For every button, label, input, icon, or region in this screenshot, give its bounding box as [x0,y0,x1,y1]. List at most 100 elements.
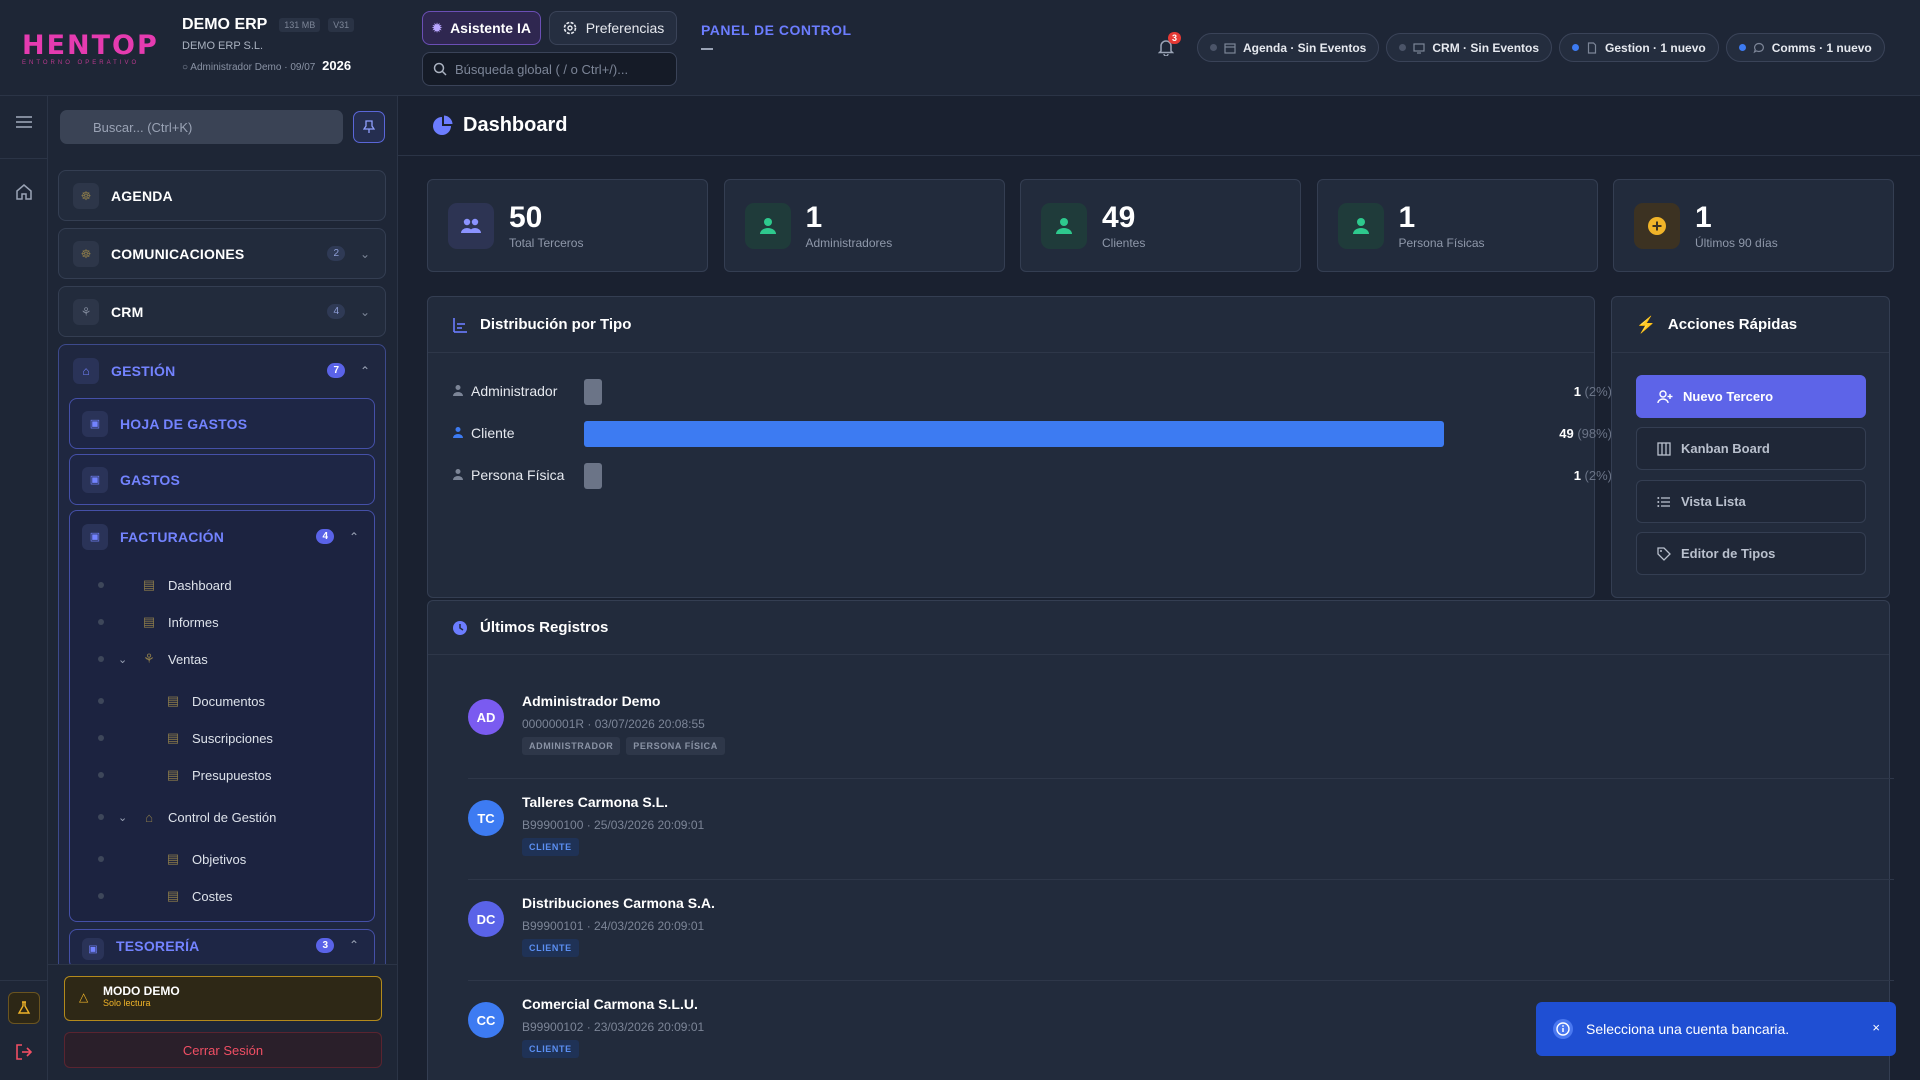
pill-comms-label: Comms · 1 nuevo [1771,40,1872,55]
list-view-button[interactable]: Vista Lista [1636,480,1866,523]
home-icon [16,184,32,200]
distribution-percent: (98%) [1577,425,1612,441]
distribution-percent: (2%) [1584,467,1612,483]
stat-value: 50 [509,200,543,234]
record-row[interactable]: TC Talleres Carmona S.L. B99900100 · 25/03… [468,794,1894,901]
invoice-icon: ▣ [82,523,108,550]
record-row[interactable]: DC Distribuciones Carmona S.A. B99900101 ·… [468,895,1894,1002]
preferences-button[interactable]: Preferencias [549,11,677,45]
button-label: Nuevo Tercero [1683,389,1774,404]
tree-item-suscripciones[interactable]: ▤ Suscripciones [164,726,273,750]
sidebar-item-label: CRM [111,303,144,320]
distribution-card-header: Distribución por Tipo [428,297,1594,353]
record-meta: 00000001R · 03/07/2026 20:08:55 [522,717,705,731]
record-name: Talleres Carmona S.L. [522,794,669,810]
tree-item-ventas[interactable]: ⌄ ⚘ Ventas [118,647,208,671]
flask-icon [17,1001,31,1014]
record-tags: CLIENTE [522,1040,579,1058]
tree-item-costes[interactable]: ▤ Costes [164,884,233,908]
logout-rail-button[interactable] [12,1040,36,1064]
document-icon [1587,41,1597,54]
sidebar-search-input[interactable]: Buscar... (Ctrl+K) [60,110,343,144]
top-bar: HENTOP ENTORNO OPERATIVO DEMO ERP 131 MB… [0,0,1920,96]
sidebar-item-comunicaciones[interactable]: ☸ COMUNICACIONES 2 ⌄ [58,228,386,279]
wallet-icon: ▣ [82,466,108,493]
tree-bullet [98,698,104,704]
record-name: Distribuciones Carmona S.A. [522,895,715,911]
record-row[interactable]: AD Administrador Demo 00000001R · 03/07/20… [468,693,1894,800]
sidebar-item-gastos[interactable]: ▣ GASTOS [69,454,375,505]
sidebar-item-hoja-de-gastos[interactable]: ▣ HOJA DE GASTOS [69,398,375,449]
hamburger-menu-button[interactable] [12,110,36,134]
distribution-count: 49 [1559,425,1574,441]
distribution-bar-track [584,421,1462,447]
sidebar-item-crm[interactable]: ⚘ CRM 4 ⌄ [58,286,386,337]
close-icon[interactable]: × [1872,1020,1880,1035]
facturacion-header[interactable]: ▣ FACTURACIÓN 4 ⌃ [70,511,374,562]
app-root: HENTOP ENTORNO OPERATIVO DEMO ERP 131 MB… [0,0,1920,1080]
company-legal-name: DEMO ERP S.L. [182,40,264,52]
sidebar-item-tesoreria[interactable]: ▣ TESORERÍA 3 ⌃ [69,929,375,969]
agenda-icon: ☸ [73,182,99,209]
kanban-board-button[interactable]: Kanban Board [1636,427,1866,470]
notifications-button[interactable]: 3 [1157,32,1182,60]
panel-title-underline [701,48,713,50]
tree-item-presupuestos[interactable]: ▤ Presupuestos [164,763,272,787]
pill-comms[interactable]: Comms · 1 nuevo [1725,33,1885,62]
chevron-down-icon: ⌄ [118,653,128,666]
logout-icon [16,1044,33,1060]
type-editor-button[interactable]: Editor de Tipos [1636,532,1866,575]
global-search-input[interactable]: Búsqueda global ( / o Ctrl+/)... [422,52,677,86]
list-icon [1657,496,1670,507]
type-badge: CLIENTE [522,939,579,957]
new-tercero-button[interactable]: Nuevo Tercero [1636,375,1866,418]
module-status-pills: Agenda · Sin Eventos CRM · Sin Eventos G… [1197,33,1885,62]
person-icon [452,383,464,399]
sidebar-item-count: 4 [327,304,345,319]
demo-user-button[interactable] [8,992,40,1024]
distribution-row: Cliente 49 (98%) [452,419,1612,447]
ai-assistant-button[interactable]: ✹ Asistente IA [422,11,541,45]
logout-button[interactable]: Cerrar Sesión [64,1032,382,1068]
tree-item-label: Control de Gestión [168,809,277,825]
page-title: Dashboard [463,114,568,136]
tree-item-label: Ventas [168,651,208,667]
sidebar-item-agenda[interactable]: ☸ AGENDA [58,170,386,221]
avatar: TC [468,800,504,836]
tree-item-documentos[interactable]: ▤ Documentos [164,689,265,713]
pill-crm[interactable]: CRM · Sin Eventos [1386,33,1553,62]
tesoreria-count: 3 [316,938,334,953]
sidebar-item-label: COMUNICACIONES [111,245,245,262]
tree-bullet [98,856,104,862]
logo[interactable]: HENTOP ENTORNO OPERATIVO [22,30,159,67]
distribution-count: 1 [1573,383,1581,399]
pill-agenda[interactable]: Agenda · Sin Eventos [1197,33,1380,62]
chevron-down-icon: ⌄ [359,246,371,261]
avatar: AD [468,699,504,735]
home-button[interactable] [12,180,36,204]
sidebar-item-count: 2 [327,246,345,261]
tree-item-objetivos[interactable]: ▤ Objetivos [164,847,246,871]
tree-item-dashboard[interactable]: ▤ Dashboard [140,573,232,597]
status-dot [1572,44,1580,51]
bank-icon: ▣ [82,938,104,960]
tree-bullet [98,814,104,820]
info-icon [1553,1019,1573,1039]
stat-value: 1 [1398,200,1416,234]
recent-records-header: Últimos Registros [428,601,1889,655]
kanban-icon [1657,441,1671,456]
pill-gestion[interactable]: Gestion · 1 nuevo [1559,33,1719,62]
tree-item-control-de-gestion[interactable]: ⌄ ⌂ Control de Gestión [118,805,276,829]
logo-text: HENTOP [22,30,159,61]
tree-item-informes[interactable]: ▤ Informes [140,610,219,634]
person-icon [1337,202,1384,249]
quick-actions-card: ⚡ Acciones Rápidas Nuevo Tercero Kanban … [1611,296,1890,598]
stat-value: 1 [805,200,823,234]
gestion-header[interactable]: ⌂ GESTIÓN 7 ⌃ [59,345,385,396]
panel-title: PANEL DE CONTROL [701,22,852,38]
chart-icon: ▤ [142,577,156,592]
person-icon [452,467,464,483]
pin-button[interactable] [353,111,385,143]
tree-bullet [98,735,104,741]
button-label: Editor de Tipos [1681,546,1776,561]
